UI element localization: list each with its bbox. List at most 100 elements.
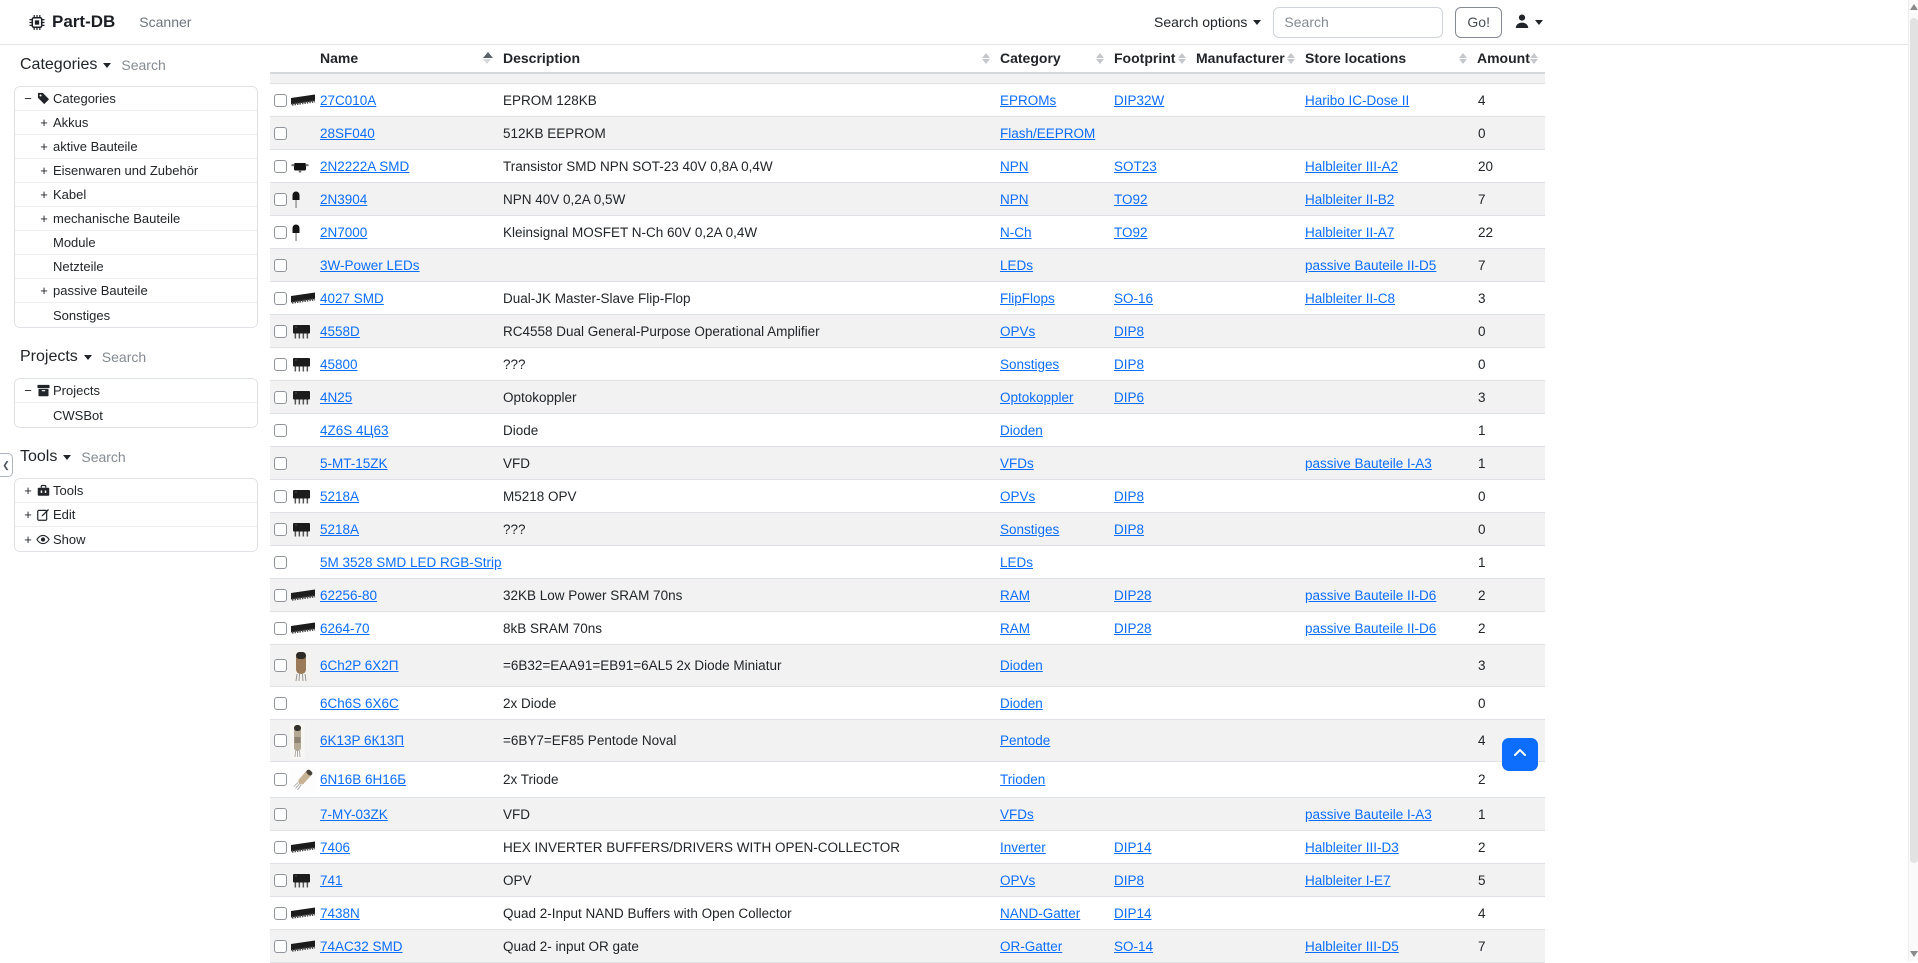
category-link[interactable]: Dioden (1000, 658, 1043, 673)
part-name-link[interactable]: 4558D (320, 324, 360, 339)
row-select-checkbox[interactable] (274, 259, 287, 272)
category-link[interactable]: EPROMs (1000, 93, 1056, 108)
part-thumbnail[interactable] (290, 381, 318, 413)
part-name-link[interactable]: 741 (320, 873, 343, 888)
category-link[interactable]: FlipFlops (1000, 291, 1055, 306)
store-location-link[interactable]: Halbleiter II-C8 (1305, 291, 1395, 306)
row-select-checkbox[interactable] (274, 358, 287, 371)
footprint-link[interactable]: DIP8 (1114, 489, 1144, 504)
row-select-checkbox[interactable] (274, 292, 287, 305)
row-select-checkbox[interactable] (274, 940, 287, 953)
footprint-link[interactable]: DIP28 (1114, 621, 1152, 636)
sort-icon[interactable] (1178, 53, 1186, 64)
tree-item-passive-bauteile[interactable]: +passive Bauteile (15, 279, 257, 303)
tree-item-sonstiges[interactable]: Sonstiges (15, 303, 257, 327)
scrollbar-down-arrow[interactable] (1910, 951, 1918, 957)
tree-expander[interactable]: + (21, 532, 35, 547)
part-thumbnail[interactable] (290, 84, 318, 116)
part-name-link[interactable]: 2N3904 (320, 192, 367, 207)
row-select-checkbox[interactable] (274, 622, 287, 635)
categories-search-input[interactable] (119, 56, 239, 74)
row-select-checkbox[interactable] (274, 325, 287, 338)
projects-dropdown-toggle[interactable]: Projects (20, 348, 92, 366)
tree-expander[interactable]: + (21, 507, 35, 522)
footprint-link[interactable]: DIP8 (1114, 522, 1144, 537)
part-name-link[interactable]: 5218A (320, 522, 359, 537)
row-select-checkbox[interactable] (274, 841, 287, 854)
tree-item-tools[interactable]: +Tools (15, 479, 257, 503)
app-brand[interactable]: Part-DB (29, 12, 115, 32)
tree-item-show[interactable]: +Show (15, 527, 257, 551)
part-name-link[interactable]: 62256-80 (320, 588, 377, 603)
row-select-checkbox[interactable] (274, 457, 287, 470)
sort-icon[interactable] (982, 53, 990, 64)
tools-dropdown-toggle[interactable]: Tools (20, 448, 71, 466)
sort-icon[interactable] (1530, 53, 1538, 64)
row-select-checkbox[interactable] (274, 226, 287, 239)
part-thumbnail[interactable] (290, 216, 318, 248)
footprint-link[interactable]: TO92 (1114, 192, 1148, 207)
store-location-link[interactable]: passive Bauteile II-D6 (1305, 621, 1436, 636)
part-thumbnail[interactable] (290, 762, 318, 797)
store-location-link[interactable]: passive Bauteile I-A3 (1305, 456, 1432, 471)
sort-icon[interactable] (483, 52, 493, 64)
row-select-checkbox[interactable] (274, 659, 287, 672)
footprint-link[interactable]: SO-14 (1114, 939, 1153, 954)
scrollbar-up-arrow[interactable] (1910, 4, 1918, 10)
row-select-checkbox[interactable] (274, 808, 287, 821)
tree-item-akkus[interactable]: +Akkus (15, 111, 257, 135)
store-location-link[interactable]: passive Bauteile I-A3 (1305, 807, 1432, 822)
row-select-checkbox[interactable] (274, 94, 287, 107)
category-link[interactable]: RAM (1000, 621, 1030, 636)
part-name-link[interactable]: 6K13P 6К13П (320, 733, 404, 748)
tools-search-input[interactable] (79, 448, 199, 466)
category-link[interactable]: OPVs (1000, 489, 1035, 504)
part-thumbnail[interactable] (290, 831, 318, 863)
column-header-category[interactable]: Category (1000, 44, 1114, 72)
store-location-link[interactable]: passive Bauteile II-D5 (1305, 258, 1436, 273)
category-link[interactable]: N-Ch (1000, 225, 1032, 240)
row-select-checkbox[interactable] (274, 874, 287, 887)
part-name-link[interactable]: 2N7000 (320, 225, 367, 240)
column-header-name[interactable]: Name (320, 44, 503, 72)
part-name-link[interactable]: 27C010A (320, 93, 376, 108)
nav-scanner-link[interactable]: Scanner (139, 14, 191, 30)
tree-item-projects[interactable]: −Projects (15, 379, 257, 403)
tree-item-edit[interactable]: +Edit (15, 503, 257, 527)
sort-icon[interactable] (1287, 53, 1295, 64)
tree-expander[interactable]: + (37, 163, 51, 178)
user-menu-dropdown[interactable] (1514, 13, 1543, 32)
search-input[interactable] (1273, 7, 1443, 38)
part-thumbnail[interactable] (290, 930, 318, 962)
tree-item-module[interactable]: Module (15, 231, 257, 255)
category-link[interactable]: OPVs (1000, 324, 1035, 339)
category-link[interactable]: Dioden (1000, 696, 1043, 711)
tree-item-kabel[interactable]: +Kabel (15, 183, 257, 207)
category-link[interactable]: Pentode (1000, 733, 1050, 748)
part-name-link[interactable]: 4027 SMD (320, 291, 384, 306)
sort-icon[interactable] (1096, 53, 1104, 64)
part-thumbnail[interactable] (290, 864, 318, 896)
tree-expander[interactable]: + (37, 187, 51, 202)
footprint-link[interactable]: DIP8 (1114, 873, 1144, 888)
row-select-checkbox[interactable] (274, 523, 287, 536)
row-select-checkbox[interactable] (274, 127, 287, 140)
tree-expander[interactable]: − (21, 383, 35, 398)
tree-expander[interactable]: + (21, 483, 35, 498)
category-link[interactable]: OR-Gatter (1000, 939, 1062, 954)
tree-item-eisenwaren-und-zubeh-r[interactable]: +Eisenwaren und Zubehör (15, 159, 257, 183)
category-link[interactable]: Trioden (1000, 772, 1045, 787)
category-link[interactable]: Dioden (1000, 423, 1043, 438)
row-select-checkbox[interactable] (274, 424, 287, 437)
part-name-link[interactable]: 3W-Power LEDs (320, 258, 420, 273)
column-header-footprint[interactable]: Footprint (1114, 44, 1196, 72)
footprint-link[interactable]: DIP32W (1114, 93, 1164, 108)
part-thumbnail[interactable] (290, 645, 318, 686)
store-location-link[interactable]: Halbleiter II-A7 (1305, 225, 1394, 240)
part-thumbnail[interactable] (290, 150, 318, 182)
scrollbar-thumb[interactable] (1910, 18, 1918, 863)
sidebar-collapse-handle[interactable]: ❮ (0, 453, 13, 477)
part-thumbnail[interactable] (290, 897, 318, 929)
sort-icon[interactable] (1459, 53, 1467, 64)
part-name-link[interactable]: 2N2222A SMD (320, 159, 409, 174)
